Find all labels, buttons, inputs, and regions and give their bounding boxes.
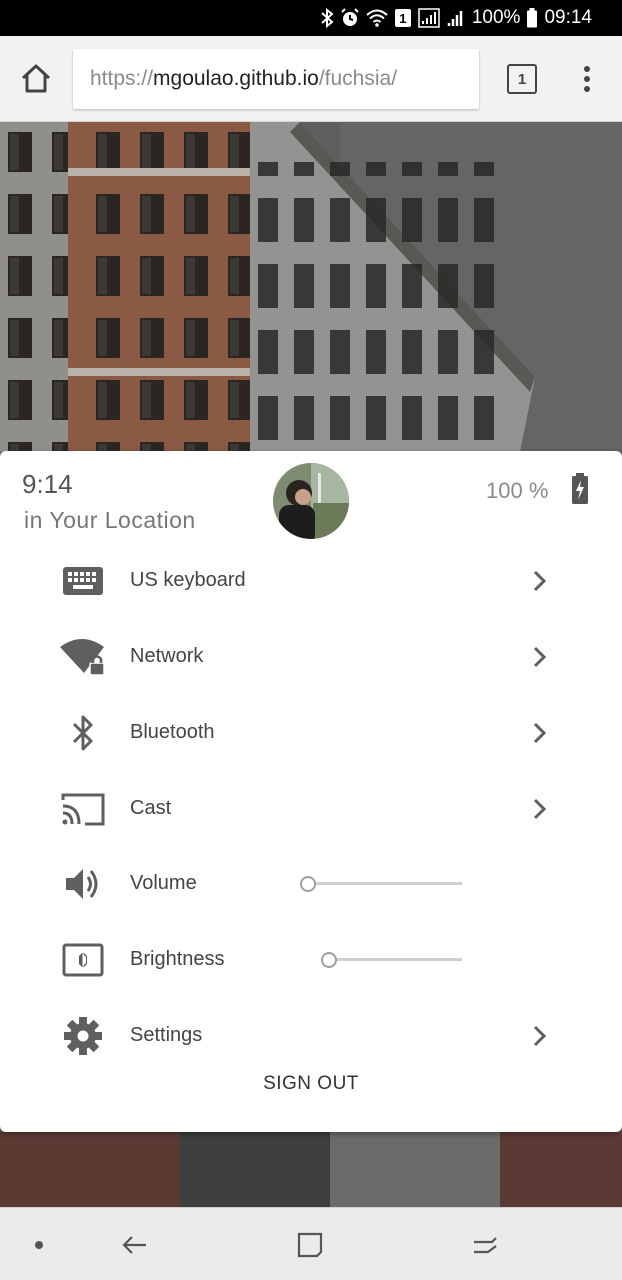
menu-row-brightness: Brightness: [0, 930, 622, 990]
wifi-lock-icon: [60, 637, 106, 677]
status-bar: 1 100% 09:14: [0, 0, 622, 36]
sign-out-button[interactable]: SIGN OUT: [0, 1073, 622, 1095]
overflow-menu-icon[interactable]: [575, 62, 599, 96]
notification-badge-text: 1: [399, 10, 407, 26]
chevron-right-icon: [533, 722, 547, 744]
menu-row-label: Network: [130, 645, 204, 667]
url-host: mgoulao.github.io: [153, 67, 319, 90]
browser-toolbar: https://mgoulao.github.io/fuchsia/ 1: [0, 36, 622, 122]
keyboard-icon: [60, 561, 106, 601]
signal-icon: [418, 7, 440, 29]
tabs-icon[interactable]: 1: [507, 64, 537, 94]
avatar[interactable]: [273, 463, 349, 539]
tab-count: 1: [517, 70, 527, 88]
signal-icon: [446, 7, 466, 29]
menu-row-keyboard[interactable]: US keyboard: [0, 551, 622, 611]
recents-icon[interactable]: [470, 1230, 500, 1260]
chevron-right-icon: [533, 798, 547, 820]
battery-charging-icon: [570, 473, 590, 505]
menu-row-label: Brightness: [130, 948, 225, 970]
url-prefix: https://: [90, 67, 154, 90]
brightness-slider-track[interactable]: [329, 958, 462, 961]
menu-row-volume: Volume: [0, 854, 622, 914]
menu-row-cast[interactable]: Cast: [0, 779, 622, 839]
gear-icon: [60, 1016, 106, 1056]
volume-slider-track[interactable]: [308, 882, 462, 885]
chevron-right-icon: [533, 646, 547, 668]
bluetooth-icon: [320, 7, 334, 29]
cast-icon: [60, 789, 106, 829]
url-bar[interactable]: https://mgoulao.github.io/fuchsia/: [73, 49, 479, 109]
brightness-slider-knob[interactable]: [321, 952, 337, 968]
home-icon[interactable]: [18, 61, 54, 97]
menu-row-label: US keyboard: [130, 569, 246, 591]
menu-row-network[interactable]: Network: [0, 627, 622, 687]
notification-badge-icon: 1: [394, 7, 412, 29]
wifi-icon: [366, 7, 388, 29]
menu-row-bluetooth[interactable]: Bluetooth: [0, 703, 622, 763]
panel-time: 9:14: [22, 469, 73, 499]
url-path: /fuchsia/: [318, 67, 398, 90]
dot-icon[interactable]: [24, 1230, 54, 1260]
chevron-right-icon: [533, 570, 547, 592]
menu-row-settings[interactable]: Settings: [0, 1006, 622, 1066]
home-square-icon[interactable]: [295, 1230, 325, 1260]
panel-battery-text: 100 %: [486, 478, 549, 503]
volume-icon: [60, 864, 106, 904]
menu-row-label: Settings: [130, 1024, 203, 1046]
alarm-icon: [340, 7, 360, 29]
battery-icon: [526, 7, 538, 29]
brightness-icon: [60, 940, 106, 980]
panel-location: in Your Location: [24, 507, 196, 533]
back-icon[interactable]: [120, 1230, 150, 1260]
volume-slider-knob[interactable]: [300, 876, 316, 892]
bluetooth-icon: [60, 713, 106, 753]
menu-row-label: Bluetooth: [130, 721, 215, 743]
menu-row-label: Cast: [130, 797, 172, 819]
chevron-right-icon: [533, 1025, 547, 1047]
status-battery-text: 100%: [471, 7, 521, 28]
system-nav-bar: [0, 1207, 622, 1280]
status-time: 09:14: [544, 7, 592, 28]
quick-settings-panel: 9:14 in Your Location 100 % US keyboard: [0, 451, 622, 1132]
menu-row-label: Volume: [130, 872, 197, 894]
